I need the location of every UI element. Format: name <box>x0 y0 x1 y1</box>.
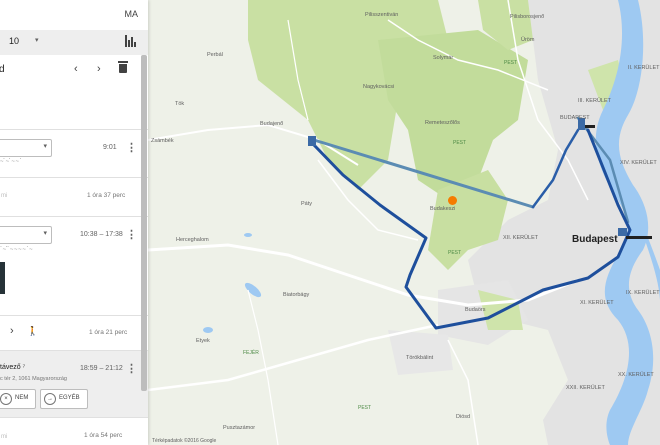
map-label-zsambek: Zsámbék <box>151 138 174 144</box>
road <box>447 339 479 445</box>
chevron-down-icon: ▾ <box>43 143 47 150</box>
more-options-icon[interactable]: ⋮ <box>126 364 137 375</box>
map-label-kerulet-xii: XII. KERÜLET <box>503 235 539 241</box>
map-label-budajeno: Budajenő <box>260 121 284 127</box>
map-label-pilisszentivan: Pilisszentiván <box>365 12 399 18</box>
place-detail-text: ˋ ~ˋˋ ~ ~ ~ ~ ˋ ~ <box>0 247 33 253</box>
no-button-label: NEM <box>15 395 29 401</box>
location-marker <box>308 136 316 146</box>
close-icon: × <box>0 393 12 405</box>
map-label-paty: Páty <box>301 201 313 207</box>
panel-scrollbar[interactable] <box>141 55 147 391</box>
timeline-move-entry[interactable]: mi 1 óra 54 perc <box>0 418 148 445</box>
map-label-budaors: Budaörs <box>465 307 486 313</box>
map-label-budakeszi: Budakeszi <box>430 206 456 212</box>
other-button[interactable]: → EGYÉB <box>40 389 88 409</box>
location-marker-tail <box>585 125 595 128</box>
map-attribution: Térképadatok ©2016 Google <box>152 438 217 444</box>
lake <box>203 327 213 333</box>
map-label-pusztazamor: Pusztazámor <box>223 425 256 431</box>
timeline-move-entry[interactable]: › 🚶 1 óra 21 perc <box>0 316 148 351</box>
entry-time: 9:01 <box>103 144 117 151</box>
map-view[interactable]: Pilisszentiván Solymár Nagykovácsi Pilis… <box>148 0 660 445</box>
day-title-row: d ‹ › <box>0 55 148 130</box>
arrow-right-icon: → <box>44 393 56 405</box>
bar-chart-icon[interactable] <box>125 35 137 47</box>
map-label-budapest-lower: BUDAPEST <box>560 115 590 121</box>
map-label-kerulet-xiv: XIV. KERÜLET <box>620 160 657 166</box>
walking-icon: 🚶 <box>27 326 39 336</box>
place-select[interactable]: ▾ <box>0 226 52 244</box>
map-label-pest-2: PEST <box>453 140 467 146</box>
more-options-icon[interactable]: ⋮ <box>126 230 137 241</box>
map-label-pilisborosjeno: Pilisborosjenő <box>510 14 545 20</box>
place-name-text: távező <box>0 364 21 371</box>
lake <box>244 233 252 237</box>
map-label-etyek: Etyek <box>196 338 210 344</box>
day-title: d <box>0 64 5 75</box>
other-button-label: EGYÉB <box>59 395 80 401</box>
previous-day-button[interactable]: ‹ <box>74 63 78 75</box>
map-label-remeteszolos: Remeteszőlős <box>425 120 460 126</box>
timeline-move-entry[interactable]: mi 1 óra 37 perc <box>0 178 148 217</box>
place-name[interactable]: távező ⁷ <box>0 364 25 371</box>
chevron-down-icon: ▾ <box>43 230 47 237</box>
entry-time: 18:59 – 21:12 <box>80 365 123 372</box>
map-label-kerulet-xi: XI. KERÜLET <box>580 300 614 306</box>
timeline-place-entry[interactable]: ▾ ~ˋ ~ˋ ~ ~ ˋ 9:01 ⋮ <box>0 130 148 178</box>
place-detail-text: ~ˋ ~ˋ ~ ~ ˋ <box>0 159 22 165</box>
location-marker <box>618 228 627 236</box>
trash-icon[interactable] <box>118 61 128 73</box>
no-button[interactable]: × NEM <box>0 389 36 409</box>
more-options-icon[interactable]: ⋮ <box>126 143 137 154</box>
map-label-herceghalom: Herceghalom <box>176 237 209 243</box>
map-label-budapest: Budapest <box>572 234 618 245</box>
lake <box>244 282 262 298</box>
restaurant-poi-icon[interactable] <box>448 196 457 205</box>
map-label-nagykovacsi: Nagykovácsi <box>363 84 395 90</box>
map-label-torokbalint: Törökbálint <box>406 355 434 361</box>
map-label-pest-3: PEST <box>358 405 372 411</box>
date-toolbar: 10 ▾ <box>0 30 148 55</box>
timeline-panel: MA 10 ▾ d ‹ › ▾ ~ˋ ~ˋ ~ ~ ˋ 9:01 ⋮ mi 1 … <box>0 0 148 445</box>
entry-time: 10:38 – 17:38 <box>80 231 123 238</box>
map-label-kerulet-iii: III. KERÜLET <box>578 98 612 104</box>
move-duration: 1 óra 54 perc <box>84 432 123 439</box>
distance-text: mi <box>1 193 8 199</box>
day-select-value[interactable]: 10 <box>9 36 19 46</box>
map-label-diosd: Diósd <box>456 414 471 420</box>
location-marker-tail <box>626 236 652 239</box>
distance-text: mi <box>1 434 8 440</box>
urban-area-torokbalint <box>388 330 453 375</box>
map-label-biatorbagy: Biatorbágy <box>283 292 310 298</box>
map-label-urom: Üröm <box>521 37 535 43</box>
map-label-kerulet-ix: IX. KERÜLET <box>626 290 660 296</box>
place-address: c tér 2, 1061 Magyarország <box>0 376 67 382</box>
move-duration: 1 óra 37 perc <box>87 192 126 199</box>
map-label-kerulet-xxii: XXII. KERÜLET <box>566 385 605 391</box>
map-label-solymar: Solymár <box>433 55 454 61</box>
map-label-perbal: Perbál <box>207 52 223 58</box>
next-day-button[interactable]: › <box>97 63 101 75</box>
timeline-place-entry[interactable]: ▾ ˋ ~ˋˋ ~ ~ ~ ~ ˋ ~ 10:38 – 17:38 ⋮ <box>0 217 148 316</box>
account-initials[interactable]: MA <box>125 9 139 19</box>
chevron-right-icon[interactable]: › <box>10 325 14 337</box>
map-label-fejer: FEJÉR <box>243 350 259 356</box>
map-canvas[interactable] <box>148 0 660 445</box>
place-select[interactable]: ▾ <box>0 139 52 157</box>
move-duration: 1 óra 21 perc <box>89 329 128 336</box>
edit-icon: ⁷ <box>22 364 26 371</box>
map-label-tok: Tök <box>175 101 185 107</box>
chevron-down-icon[interactable]: ▾ <box>35 36 39 44</box>
photo-thumbnail[interactable] <box>0 262 5 294</box>
account-header: MA <box>0 0 148 30</box>
timeline-place-confirm-entry[interactable]: távező ⁷ 18:59 – 21:12 ⋮ c tér 2, 1061 M… <box>0 351 148 418</box>
map-label-pest-4: PEST <box>448 250 462 256</box>
map-label-kerulet-ii: II. KERÜLET <box>628 65 660 71</box>
map-label-pest-1: PEST <box>504 60 518 66</box>
map-label-kerulet-xx: XX. KERÜLET <box>618 372 654 378</box>
